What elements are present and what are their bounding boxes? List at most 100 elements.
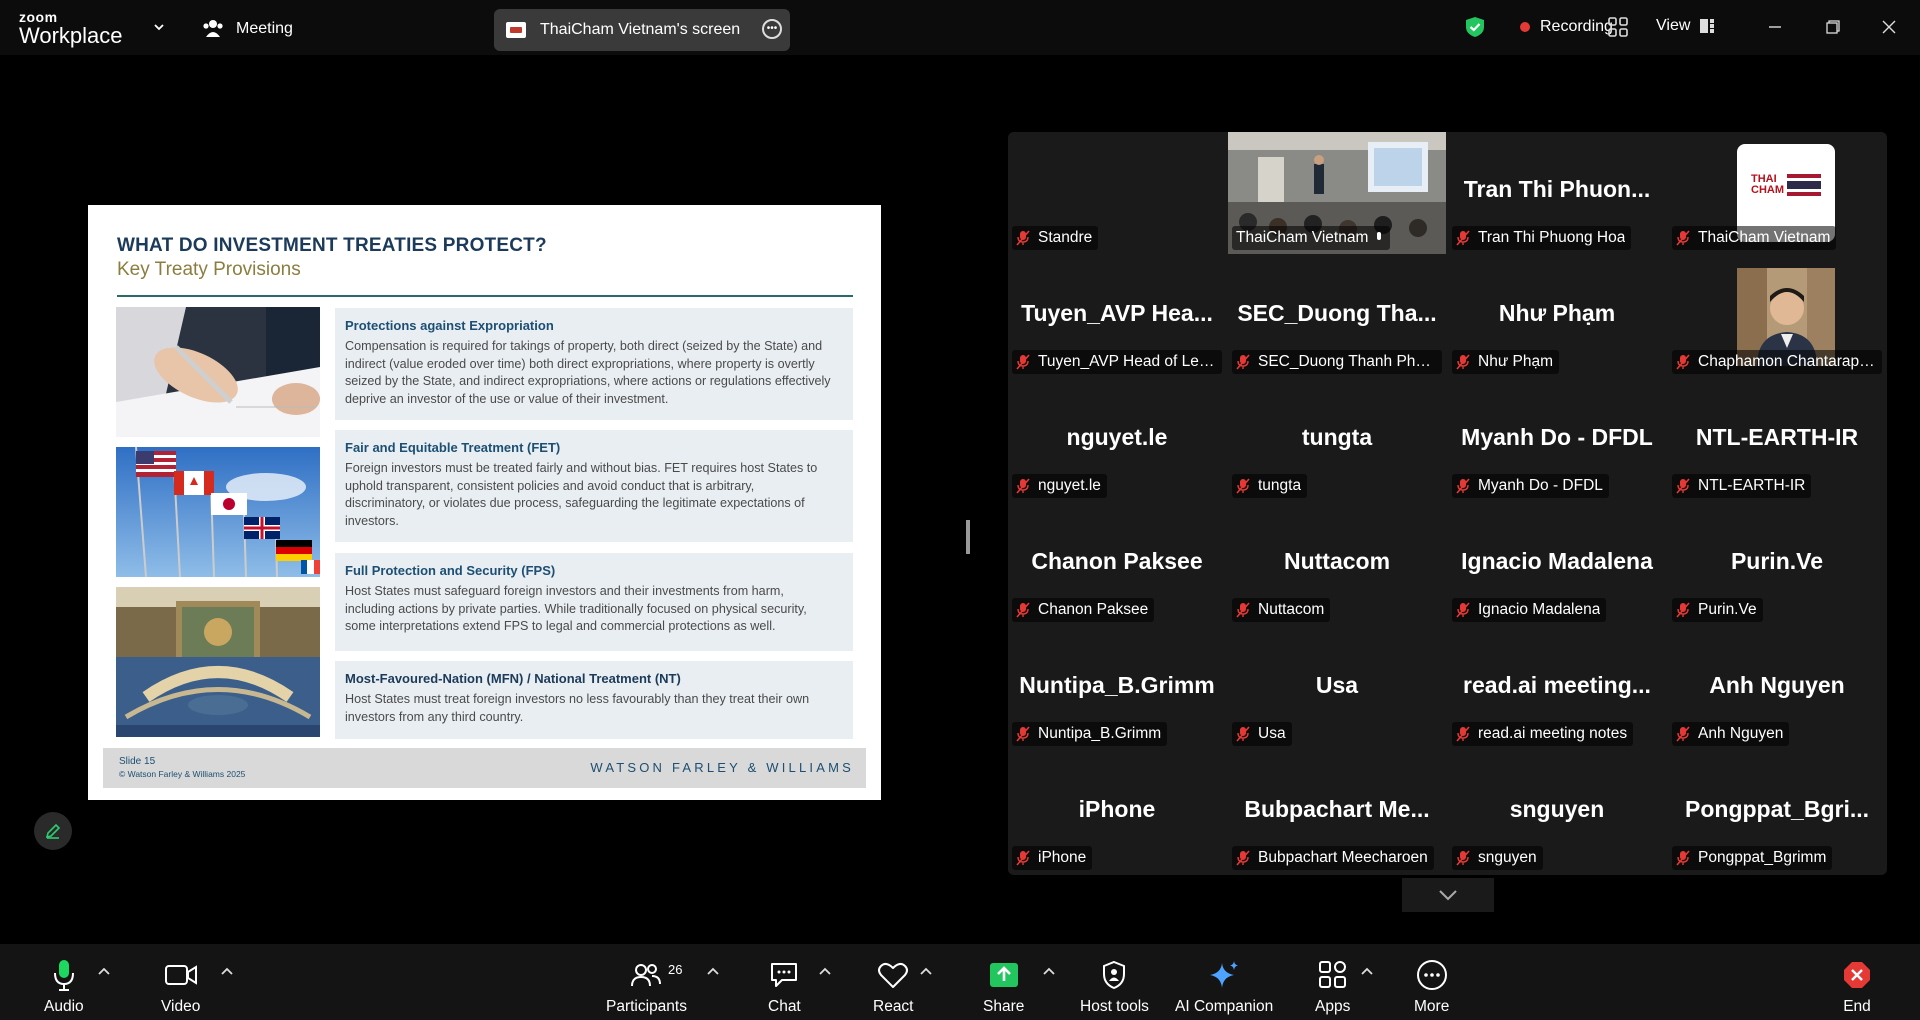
- video-camera-icon: [164, 965, 197, 985]
- zoom-logo[interactable]: zoom Workplace: [19, 10, 123, 47]
- apps-button[interactable]: Apps: [1315, 958, 1350, 1016]
- participant-display-name: Bubpachart Me...: [1244, 796, 1430, 822]
- end-meeting-button[interactable]: End: [1842, 958, 1872, 1016]
- participant-tile[interactable]: Như Phạm Như Phạm: [1448, 256, 1666, 378]
- react-button[interactable]: React: [873, 958, 914, 1016]
- brand-workplace-text: Workplace: [19, 23, 123, 48]
- audio-button[interactable]: Audio: [44, 958, 84, 1016]
- encryption-shield-icon[interactable]: [1464, 16, 1486, 38]
- participant-display-name: iPhone: [1078, 796, 1156, 822]
- participant-tile[interactable]: tungta tungta: [1228, 380, 1446, 502]
- muted-mic-icon: [1456, 230, 1470, 246]
- chevron-up-icon[interactable]: [707, 966, 719, 976]
- section-fet: Fair and Equitable Treatment (FET) Forei…: [335, 430, 853, 542]
- end-label: End: [1843, 998, 1871, 1015]
- muted-mic-icon: [1456, 850, 1470, 866]
- participant-tile[interactable]: Myanh Do - DFDL Myanh Do - DFDL: [1448, 380, 1666, 502]
- participant-tile[interactable]: read.ai meeting... read.ai meeting notes: [1448, 628, 1666, 750]
- participant-tile[interactable]: Standre: [1008, 132, 1226, 254]
- muted-mic-icon: [1236, 478, 1250, 494]
- more-dots-icon: [1416, 960, 1447, 990]
- participant-tile[interactable]: iPhone iPhone: [1008, 752, 1226, 874]
- meeting-info-button[interactable]: Meeting: [202, 19, 293, 39]
- participant-display-name: Chanon Paksee: [1031, 548, 1203, 574]
- participant-name-label: read.ai meeting notes: [1452, 722, 1634, 746]
- annotate-button[interactable]: [34, 812, 72, 850]
- participant-display-name: Tran Thi Phuon...: [1463, 176, 1651, 202]
- minimize-button[interactable]: [1760, 12, 1790, 42]
- participant-tile[interactable]: THAI CHAM ThaiCham Vietnam: [1668, 132, 1886, 254]
- chat-button[interactable]: Chat: [768, 958, 801, 1016]
- participant-tile[interactable]: Chanon Paksee Chanon Paksee: [1008, 504, 1226, 626]
- share-label: ThaiCham Vietnam's screen: [540, 21, 741, 38]
- participant-tile[interactable]: snguyen snguyen: [1448, 752, 1666, 874]
- chevron-up-icon[interactable]: [98, 966, 110, 976]
- close-button[interactable]: [1874, 12, 1904, 42]
- chevron-up-icon[interactable]: [1361, 966, 1373, 976]
- gallery-grid-icon[interactable]: [1608, 17, 1628, 37]
- participant-name-label: Ignacio Madalena: [1452, 598, 1607, 622]
- section-heading: Protections against Expropriation: [345, 318, 554, 333]
- participant-tile[interactable]: Ignacio Madalena Ignacio Madalena: [1448, 504, 1666, 626]
- participant-tile[interactable]: Chaphamon Chantarapon...: [1668, 256, 1886, 378]
- minimize-icon: [1769, 26, 1781, 28]
- chevron-down-icon: [1439, 890, 1457, 901]
- chevron-up-icon[interactable]: [920, 966, 932, 976]
- participant-tile[interactable]: Tuyen_AVP Hea... Tuyen_AVP Head of Legal…: [1008, 256, 1226, 378]
- participant-tile[interactable]: Pongppat_Bgri... Pongppat_Bgrimm: [1668, 752, 1886, 874]
- participant-tile[interactable]: NTL-EARTH-IR NTL-EARTH-IR: [1668, 380, 1886, 502]
- participant-name-label: Bubpachart Meecharoen: [1232, 846, 1434, 870]
- participant-name-label: Chanon Paksee: [1012, 598, 1155, 622]
- ai-companion-button[interactable]: AI Companion: [1175, 958, 1273, 1016]
- chevron-up-icon[interactable]: [819, 966, 831, 976]
- video-button[interactable]: Video: [161, 958, 200, 1016]
- more-options-icon[interactable]: •••: [762, 19, 782, 39]
- more-button[interactable]: More: [1414, 958, 1449, 1016]
- section-body: Compensation is required for takings of …: [345, 339, 831, 406]
- section-mfn: Most-Favoured-Nation (MFN) / National Tr…: [335, 661, 853, 739]
- muted-mic-icon: [1456, 602, 1470, 618]
- participant-display-name: Purin.Ve: [1730, 548, 1824, 574]
- slide-title: WHAT DO INVESTMENT TREATIES PROTECT?: [117, 235, 547, 256]
- participant-name-label: Standre: [1012, 226, 1099, 250]
- screen-share-pill[interactable]: ThaiCham Vietnam's screen •••: [494, 9, 790, 51]
- participant-tile[interactable]: Nuntipa_B.Grimm Nuntipa_B.Grimm: [1008, 628, 1226, 750]
- participant-tile[interactable]: SEC_Duong Tha... SEC_Duong Thanh Phuc (.…: [1228, 256, 1446, 378]
- restore-icon: [1826, 20, 1840, 34]
- participant-tile-active-speaker[interactable]: ThaiCham Vietnam: [1228, 132, 1446, 254]
- participant-display-name: Myanh Do - DFDL: [1461, 424, 1653, 450]
- view-button[interactable]: View: [1656, 17, 1715, 35]
- participant-display-name: Nuttacom: [1283, 548, 1391, 574]
- participant-tile[interactable]: Tran Thi Phuon... Tran Thi Phuong Hoa: [1448, 132, 1666, 254]
- participant-tile[interactable]: Bubpachart Me... Bubpachart Meecharoen: [1228, 752, 1446, 874]
- participant-tile[interactable]: Usa Usa: [1228, 628, 1446, 750]
- participant-name-label: Anh Nguyen: [1672, 722, 1790, 746]
- participant-count: 26: [668, 962, 683, 977]
- share-screen-icon: [989, 963, 1018, 987]
- slide-divider: [117, 295, 853, 297]
- chevron-down-icon[interactable]: [152, 20, 166, 34]
- participant-tile[interactable]: Purin.Ve Purin.Ve: [1668, 504, 1886, 626]
- gallery-next-page-button[interactable]: [1402, 878, 1494, 912]
- muted-mic-icon: [1676, 230, 1690, 246]
- slide-copyright: © Watson Farley & Williams 2025: [119, 769, 246, 779]
- participant-tile[interactable]: nguyet.le nguyet.le: [1008, 380, 1226, 502]
- participant-name-label: Tran Thi Phuong Hoa: [1452, 226, 1632, 250]
- participant-name-label: SEC_Duong Thanh Phuc (...: [1232, 350, 1442, 374]
- participant-tile[interactable]: Anh Nguyen Anh Nguyen: [1668, 628, 1886, 750]
- participant-name-label: Myanh Do - DFDL: [1452, 474, 1609, 498]
- share-button[interactable]: Share: [983, 958, 1024, 1016]
- chevron-up-icon[interactable]: [1043, 966, 1055, 976]
- host-tools-button[interactable]: Host tools: [1080, 958, 1149, 1016]
- section-heading: Most-Favoured-Nation (MFN) / National Tr…: [345, 671, 681, 686]
- participant-display-name: Ignacio Madalena: [1461, 548, 1653, 574]
- restore-button[interactable]: [1818, 12, 1848, 42]
- presentation-slide: WHAT DO INVESTMENT TREATIES PROTECT? Key…: [88, 205, 881, 800]
- split-resize-handle[interactable]: [966, 520, 970, 554]
- recording-indicator[interactable]: Recording: [1464, 16, 1613, 38]
- firm-logo-text: WATSON FARLEY & WILLIAMS: [590, 760, 854, 775]
- participant-name-label: iPhone: [1012, 846, 1093, 870]
- muted-mic-icon: [1456, 478, 1470, 494]
- chevron-up-icon[interactable]: [221, 966, 233, 976]
- participant-tile[interactable]: Nuttacom Nuttacom: [1228, 504, 1446, 626]
